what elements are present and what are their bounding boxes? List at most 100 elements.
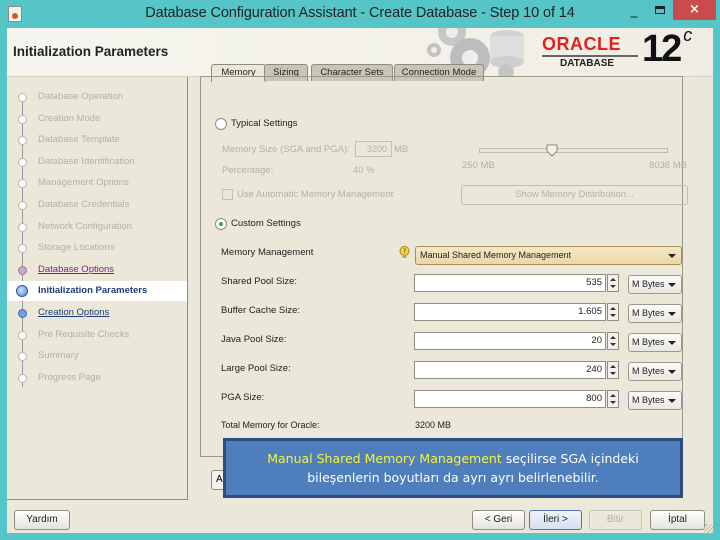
steps-sidebar: Database Operation Creation Mode Database … <box>7 77 188 500</box>
step-database-template: Database Template <box>7 130 187 150</box>
step-label: Pre Requisite Checks <box>38 328 130 340</box>
java-pool-input[interactable]: 20 <box>414 332 606 350</box>
step-creation-options[interactable]: Creation Options <box>7 303 187 323</box>
button-label: Bitir <box>606 514 625 525</box>
step-status-icon <box>18 93 27 102</box>
close-button[interactable]: × <box>673 0 716 20</box>
unit-value: M Bytes <box>632 308 665 318</box>
title-bar: Database Configuration Assistant - Creat… <box>0 0 720 28</box>
step-label: Database Credentials <box>38 199 130 210</box>
java-pool-unit-dropdown[interactable]: M Bytes <box>628 333 682 352</box>
oracle-database-label: DATABASE <box>560 58 615 69</box>
resize-grip[interactable] <box>704 524 714 534</box>
minimize-icon: _ <box>630 2 638 18</box>
version-number: 12 <box>642 28 682 70</box>
memory-size-label: Memory Size (SGA and PGA): <box>222 144 350 155</box>
step-label: Database Template <box>38 134 120 146</box>
step-status-icon <box>18 373 27 383</box>
pga-size-unit-dropdown[interactable]: M Bytes <box>628 391 682 410</box>
buffer-cache-spinner[interactable] <box>607 303 619 321</box>
version-badge: 12 c <box>642 25 692 71</box>
version-suffix: c <box>683 25 692 46</box>
step-status-icon <box>18 309 27 318</box>
step-status-icon <box>18 330 27 340</box>
use-amm-checkbox[interactable] <box>222 189 233 200</box>
unit-value: M Bytes <box>632 395 665 405</box>
button-label: Show Memory Distribution... <box>515 189 634 200</box>
percentage-label: Percentage: <box>222 165 274 176</box>
slider-max-label: 8038 MB <box>649 160 688 171</box>
step-status-icon <box>18 136 27 146</box>
unit-value: M Bytes <box>632 337 665 347</box>
step-status-icon <box>16 285 28 298</box>
unit-value: M Bytes <box>632 279 665 289</box>
button-label: Yardım <box>26 514 58 525</box>
buffer-cache-unit-dropdown[interactable]: M Bytes <box>628 304 682 323</box>
step-database-options[interactable]: Database Options <box>7 260 187 280</box>
finish-button[interactable]: Bitir <box>589 510 642 530</box>
pga-size-input[interactable]: 800 <box>414 390 606 408</box>
unit-value: M Bytes <box>632 366 665 376</box>
chevron-down-icon <box>668 341 676 345</box>
memory-management-dropdown[interactable]: Manual Shared Memory Management <box>415 246 682 265</box>
java-pool-label: Java Pool Size: <box>221 334 287 345</box>
step-summary: Summary <box>7 346 187 366</box>
next-button[interactable]: İleri > <box>529 510 582 530</box>
large-pool-unit-dropdown[interactable]: M Bytes <box>628 362 682 381</box>
dropdown-value: Manual Shared Memory Management <box>420 250 572 260</box>
help-button[interactable]: Yardım <box>14 510 70 530</box>
memory-management-label: Memory Management <box>221 247 314 258</box>
custom-settings-label: Custom Settings <box>231 218 301 229</box>
annotation-callout: Manual Shared Memory Management seçilirs… <box>223 438 683 498</box>
large-pool-input[interactable]: 240 <box>414 361 606 379</box>
pga-size-spinner[interactable] <box>607 390 619 408</box>
step-progress-page: Progress Page <box>7 368 187 388</box>
custom-settings-radio[interactable] <box>215 218 227 230</box>
shared-pool-input[interactable]: 535 <box>414 274 606 292</box>
step-status-icon <box>18 114 27 124</box>
slider-min-label: 250 MB <box>462 160 495 171</box>
large-pool-spinner[interactable] <box>607 361 619 379</box>
minimize-button[interactable]: _ <box>620 0 648 20</box>
chevron-down-icon <box>668 283 676 287</box>
step-database-identification: Database Identification <box>7 152 187 172</box>
back-button[interactable]: < Geri <box>472 510 525 530</box>
step-pre-requisite-checks: Pre Requisite Checks <box>7 325 187 345</box>
close-icon: × <box>689 2 700 17</box>
cancel-button[interactable]: İptal <box>650 510 705 530</box>
step-label: Summary <box>38 350 79 362</box>
step-status-icon <box>18 244 27 254</box>
shared-pool-spinner[interactable] <box>607 274 619 292</box>
lightbulb-hint-icon[interactable]: ? <box>399 246 410 260</box>
step-label: Storage Locations <box>38 242 115 254</box>
step-storage-locations: Storage Locations <box>7 238 187 258</box>
memory-slider-track[interactable] <box>479 148 668 153</box>
step-label: Management Options <box>38 177 129 189</box>
show-memory-distribution-button[interactable]: Show Memory Distribution... <box>461 185 688 205</box>
step-label: Initialization Parameters <box>38 285 148 297</box>
callout-highlight: Manual Shared Memory Management <box>267 451 502 466</box>
step-status-icon <box>18 179 27 189</box>
memory-slider-thumb[interactable] <box>546 144 558 157</box>
buffer-cache-input[interactable]: 1.605 <box>414 303 606 321</box>
java-pool-spinner[interactable] <box>607 332 619 350</box>
step-initialization-parameters[interactable]: Initialization Parameters <box>7 281 187 302</box>
total-memory-value: 3200 MB <box>415 420 452 430</box>
maximize-button[interactable] <box>646 0 674 20</box>
typical-settings-radio[interactable] <box>215 118 227 130</box>
window-title: Database Configuration Assistant - Creat… <box>145 5 575 21</box>
memory-size-input[interactable]: 3200 <box>355 141 392 157</box>
shared-pool-unit-dropdown[interactable]: M Bytes <box>628 275 682 294</box>
percentage-value: 40 % <box>353 165 375 176</box>
step-status-icon <box>18 157 27 167</box>
chevron-down-icon <box>668 399 676 403</box>
use-amm-label: Use Automatic Memory Management <box>237 189 394 200</box>
pga-size-label: PGA Size: <box>221 392 265 403</box>
button-label: A <box>216 474 223 485</box>
step-status-icon <box>18 201 27 210</box>
oracle-brand: ORACLE <box>542 34 621 54</box>
button-label: < Geri <box>484 514 513 525</box>
large-pool-label: Large Pool Size: <box>221 363 291 374</box>
callout-text-line1: seçilirse SGA içindeki <box>501 451 639 466</box>
step-management-options: Management Options <box>7 173 187 193</box>
